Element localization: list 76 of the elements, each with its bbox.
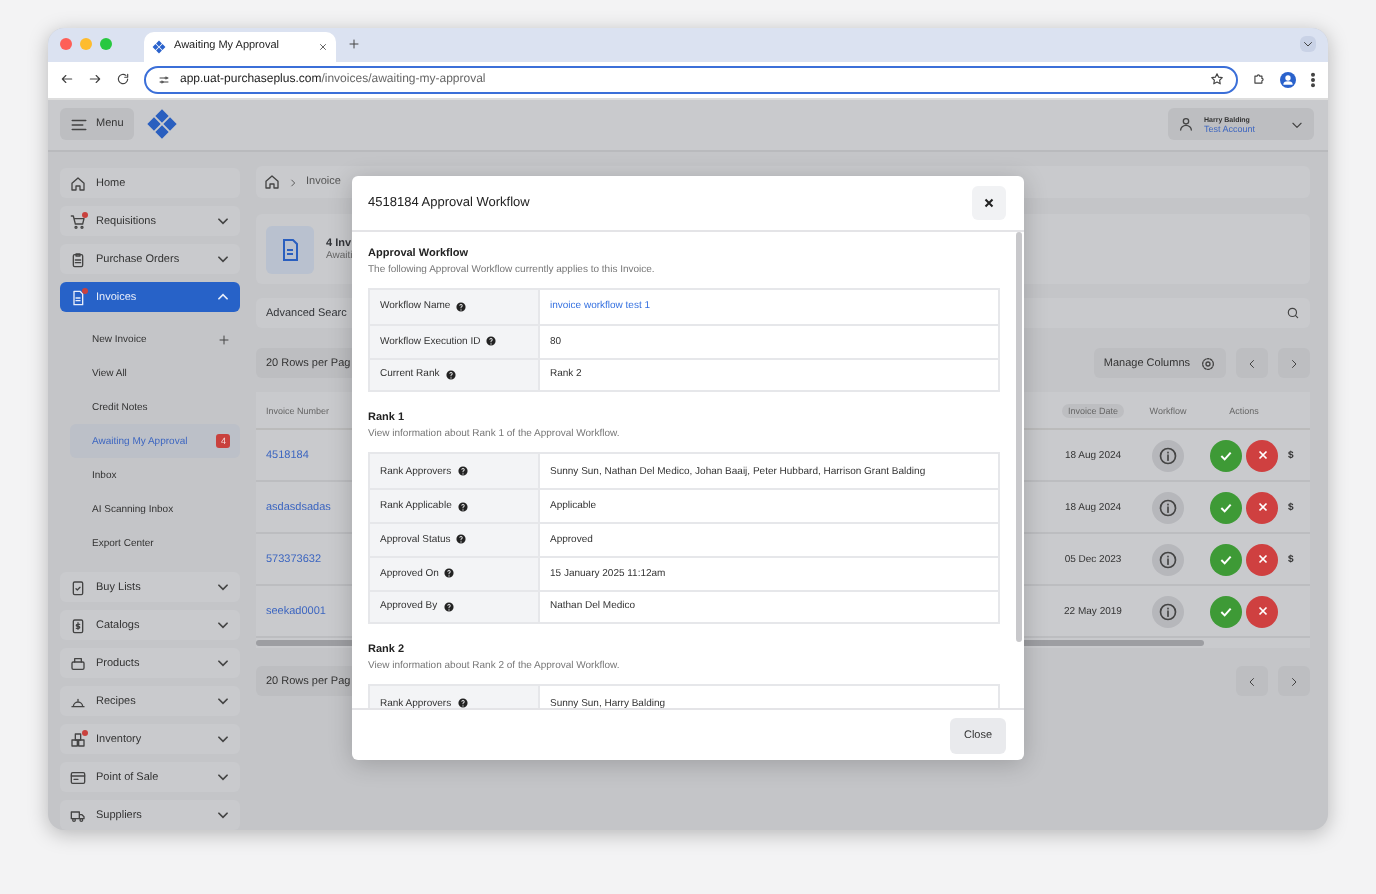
close-button[interactable] <box>972 186 1006 220</box>
close-icon <box>1255 604 1269 618</box>
workflow-info-button[interactable] <box>1152 439 1184 471</box>
scrollbar-thumb[interactable] <box>1016 232 1022 642</box>
chevron-left-icon <box>1246 357 1258 369</box>
menu-icon <box>70 115 88 134</box>
close-icon <box>318 41 328 52</box>
dollar-document-icon <box>70 617 86 633</box>
profile-icon[interactable] <box>1280 71 1296 88</box>
forward-icon <box>88 72 102 87</box>
checklist-icon <box>70 579 86 595</box>
maximize-window-icon[interactable] <box>100 38 112 51</box>
help-icon <box>444 568 455 579</box>
minimize-window-icon[interactable] <box>80 38 92 51</box>
tune-icon <box>158 73 170 86</box>
chevron-down-icon <box>1302 38 1314 51</box>
reject-button[interactable] <box>1246 491 1278 523</box>
workflow-info-button[interactable] <box>1152 543 1184 575</box>
check-icon <box>1218 447 1234 463</box>
home-icon <box>70 175 86 191</box>
document-icon <box>70 289 86 305</box>
help-icon <box>457 466 468 477</box>
settings-icon <box>1200 355 1216 371</box>
check-icon <box>1218 499 1234 515</box>
boxes-icon <box>70 731 86 747</box>
approve-button[interactable] <box>1210 491 1242 523</box>
help-icon <box>443 601 454 612</box>
workflow-info-button[interactable] <box>1152 595 1184 627</box>
reject-button[interactable] <box>1246 439 1278 471</box>
close-icon <box>1255 448 1269 462</box>
close-icon <box>982 196 996 210</box>
extension-icon <box>1252 72 1266 87</box>
check-icon <box>1218 551 1234 567</box>
plus-icon <box>348 38 360 51</box>
chevron-down-icon <box>1290 117 1304 132</box>
check-icon <box>1218 603 1234 619</box>
help-icon <box>486 336 497 347</box>
chevron-right-icon <box>1288 675 1300 687</box>
clipboard-icon <box>70 251 86 267</box>
approve-button[interactable] <box>1210 439 1242 471</box>
close-icon <box>1255 500 1269 514</box>
info-icon <box>1158 601 1178 621</box>
printer-icon <box>70 655 86 671</box>
info-icon <box>1158 445 1178 465</box>
chevron-right-icon <box>1288 357 1300 369</box>
approve-button[interactable] <box>1210 595 1242 627</box>
cloche-icon <box>70 693 86 709</box>
reject-button[interactable] <box>1246 595 1278 627</box>
document-icon <box>266 225 314 273</box>
approve-button[interactable] <box>1210 543 1242 575</box>
help-icon <box>457 501 468 512</box>
more-icon <box>1310 71 1316 88</box>
help-icon <box>456 301 467 312</box>
chevron-right-icon <box>288 177 298 187</box>
info-icon <box>1158 549 1178 569</box>
cart-icon <box>70 213 86 229</box>
help-icon <box>456 534 467 545</box>
close-window-icon[interactable] <box>60 38 72 51</box>
plus-icon <box>218 333 230 345</box>
chevron-left-icon <box>1246 675 1258 687</box>
register-icon <box>70 769 86 785</box>
truck-icon <box>70 807 86 823</box>
close-icon <box>1255 552 1269 566</box>
search-icon <box>1286 306 1300 320</box>
home-icon <box>264 174 280 190</box>
info-icon <box>1158 497 1178 517</box>
logo-icon <box>152 39 166 54</box>
reject-button[interactable] <box>1246 543 1278 575</box>
help-icon <box>457 698 468 708</box>
help-icon <box>445 369 456 380</box>
logo-icon[interactable] <box>145 108 178 141</box>
person-icon <box>1178 116 1194 133</box>
back-icon <box>60 72 74 87</box>
star-icon <box>1210 72 1224 87</box>
workflow-info-button[interactable] <box>1152 491 1184 523</box>
reload-icon <box>116 72 130 87</box>
